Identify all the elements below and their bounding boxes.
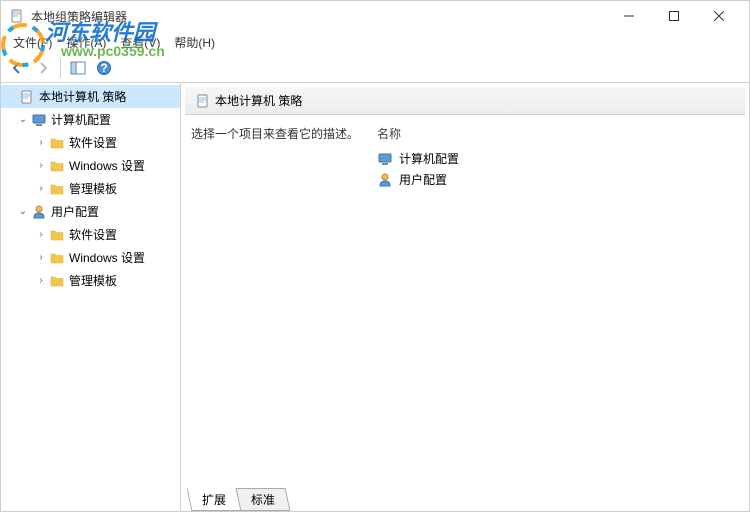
tree-label: 软件设置 [69,134,117,151]
expand-icon[interactable]: › [35,137,47,149]
user-icon [31,204,47,220]
tree-computer-label: 计算机配置 [51,111,111,128]
expand-icon[interactable]: › [35,252,47,264]
tree-computer-config[interactable]: ⌄ 计算机配置 [1,108,180,131]
minimize-button[interactable] [606,2,651,30]
window-title: 本地组策略编辑器 [31,8,606,25]
expand-icon[interactable]: › [35,160,47,172]
computer-icon [377,151,393,167]
tree-label: Windows 设置 [69,249,145,266]
list-item-label: 计算机配置 [399,150,459,167]
folder-icon [49,135,65,151]
column-header-name[interactable]: 名称 [371,125,739,148]
tab-extended[interactable]: 扩展 [187,488,242,511]
titlebar: 本地组策略编辑器 [1,1,749,31]
tab-standard[interactable]: 标准 [236,488,291,511]
show-hide-tree-button[interactable] [66,56,90,80]
tree-label: Windows 设置 [69,157,145,174]
menu-help[interactable]: 帮助(H) [168,32,221,53]
policy-icon [19,89,35,105]
svg-text:?: ? [100,61,107,75]
list-item-user[interactable]: 用户配置 [371,169,739,190]
menu-view[interactable]: 查看(V) [114,32,166,53]
toolbar: ? [1,53,749,83]
help-button[interactable]: ? [92,56,116,80]
tree-label: 管理模板 [69,272,117,289]
tree-root-label: 本地计算机 策略 [39,88,126,105]
description-text: 选择一个项目来查看它的描述。 [191,125,371,479]
expand-icon[interactable]: › [35,183,47,195]
close-button[interactable] [696,2,741,30]
user-icon [377,172,393,188]
tree-admin-templates-1[interactable]: › 管理模板 [1,177,180,200]
expand-icon[interactable]: › [35,275,47,287]
maximize-button[interactable] [651,2,696,30]
tree-user-config[interactable]: ⌄ 用户配置 [1,200,180,223]
tree-windows-settings-2[interactable]: › Windows 设置 [1,246,180,269]
list-item-label: 用户配置 [399,171,447,188]
policy-icon [195,93,211,109]
folder-icon [49,181,65,197]
folder-icon [49,273,65,289]
content-area: 本地计算机 策略 ⌄ 计算机配置 › 软件设置 › Windows 设置 › 管… [1,83,749,511]
tree-label: 软件设置 [69,226,117,243]
tree-label: 管理模板 [69,180,117,197]
forward-button[interactable] [31,56,55,80]
toolbar-separator [60,58,61,78]
menu-action[interactable]: 操作(A) [60,32,112,53]
back-button[interactable] [5,56,29,80]
tree-windows-settings-1[interactable]: › Windows 设置 [1,154,180,177]
detail-panel: 本地计算机 策略 选择一个项目来查看它的描述。 名称 计算机配置 [181,83,749,511]
tree-user-label: 用户配置 [51,203,99,220]
folder-icon [49,158,65,174]
tabs-bar: 扩展 标准 [181,489,749,511]
collapse-icon[interactable]: ⌄ [17,114,29,126]
computer-icon [31,112,47,128]
collapse-icon[interactable]: ⌄ [17,206,29,218]
detail-header: 本地计算机 策略 [185,87,745,115]
app-icon [9,8,25,24]
blank-expand [5,91,17,103]
list-item-computer[interactable]: 计算机配置 [371,148,739,169]
detail-header-title: 本地计算机 策略 [215,92,302,109]
tree-admin-templates-2[interactable]: › 管理模板 [1,269,180,292]
tree-software-settings-1[interactable]: › 软件设置 [1,131,180,154]
expand-icon[interactable]: › [35,229,47,241]
tree-software-settings-2[interactable]: › 软件设置 [1,223,180,246]
menubar: 文件(F) 操作(A) 查看(V) 帮助(H) [1,31,749,53]
list-column: 名称 计算机配置 用户配置 [371,125,739,479]
folder-icon [49,227,65,243]
tree-root[interactable]: 本地计算机 策略 [1,85,180,108]
menu-file[interactable]: 文件(F) [7,32,58,53]
folder-icon [49,250,65,266]
tree-panel: 本地计算机 策略 ⌄ 计算机配置 › 软件设置 › Windows 设置 › 管… [1,83,181,511]
